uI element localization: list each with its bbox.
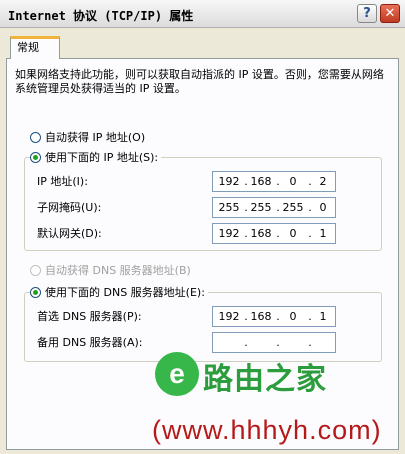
- watermark-url: (www.hhhyh.com): [152, 415, 382, 445]
- ip-octet-1: 192: [218, 175, 240, 188]
- title-bar: Internet 协议 (TCP/IP) 属性 ? ✕: [0, 0, 405, 28]
- default-gateway-label: 默认网关(D):: [37, 227, 102, 240]
- ip-octet-3: 0: [289, 175, 297, 188]
- ip-manual-radio[interactable]: [30, 152, 41, 163]
- dns1-octet-4: 1: [319, 310, 327, 323]
- dns-auto-option: 自动获得 DNS 服务器地址(B): [30, 263, 191, 279]
- preferred-dns-input[interactable]: 192 . 168 . 0 . 1: [212, 306, 336, 327]
- ip-octet-4: 2: [319, 175, 327, 188]
- dns-manual-label: 使用下面的 DNS 服务器地址(E):: [45, 286, 205, 299]
- gateway-octet-2: 168: [250, 227, 272, 240]
- alternate-dns-input[interactable]: . . .: [212, 332, 336, 353]
- watermark-site-name: 路由之家: [203, 362, 327, 397]
- help-button[interactable]: ?: [357, 4, 377, 23]
- dns1-octet-3: 0: [289, 310, 297, 323]
- window-title: Internet 协议 (TCP/IP) 属性: [8, 9, 194, 23]
- alternate-dns-label: 备用 DNS 服务器(A):: [37, 336, 143, 349]
- dns-auto-radio: [30, 265, 41, 276]
- dns1-octet-1: 192: [218, 310, 240, 323]
- gateway-octet-1: 192: [218, 227, 240, 240]
- dns1-octet-2: 168: [250, 310, 272, 323]
- mask-octet-1: 255: [218, 201, 240, 214]
- dns-auto-label: 自动获得 DNS 服务器地址(B): [45, 264, 191, 277]
- mask-octet-3: 255: [282, 201, 304, 214]
- dns-manual-option[interactable]: 使用下面的 DNS 服务器地址(E):: [30, 285, 208, 301]
- ip-octet-2: 168: [250, 175, 272, 188]
- ip-manual-label: 使用下面的 IP 地址(S):: [45, 151, 159, 164]
- preferred-dns-label: 首选 DNS 服务器(P):: [37, 310, 142, 323]
- gateway-octet-4: 1: [319, 227, 327, 240]
- ip-auto-option[interactable]: 自动获得 IP 地址(O): [30, 130, 145, 146]
- dns-manual-radio[interactable]: [30, 287, 41, 298]
- watermark-logo-icon: e: [155, 352, 199, 396]
- mask-octet-4: 0: [319, 201, 327, 214]
- ip-address-label: IP 地址(I):: [37, 175, 88, 188]
- ip-address-input[interactable]: 192 . 168 . 0 . 2: [212, 171, 336, 192]
- default-gateway-input[interactable]: 192 . 168 . 0 . 1: [212, 223, 336, 244]
- mask-octet-2: 255: [250, 201, 272, 214]
- subnet-mask-input[interactable]: 255 . 255 . 255 . 0: [212, 197, 336, 218]
- ip-manual-option[interactable]: 使用下面的 IP 地址(S):: [30, 150, 162, 166]
- tab-general[interactable]: 常规: [10, 36, 60, 59]
- subnet-mask-label: 子网掩码(U):: [37, 201, 102, 214]
- ip-auto-label: 自动获得 IP 地址(O): [45, 131, 146, 144]
- ip-auto-radio[interactable]: [30, 132, 41, 143]
- gateway-octet-3: 0: [289, 227, 297, 240]
- description-text: 如果网络支持此功能，则可以获取自动指派的 IP 设置。否则，您需要从网络系统管理…: [15, 68, 384, 95]
- close-button[interactable]: ✕: [380, 4, 400, 23]
